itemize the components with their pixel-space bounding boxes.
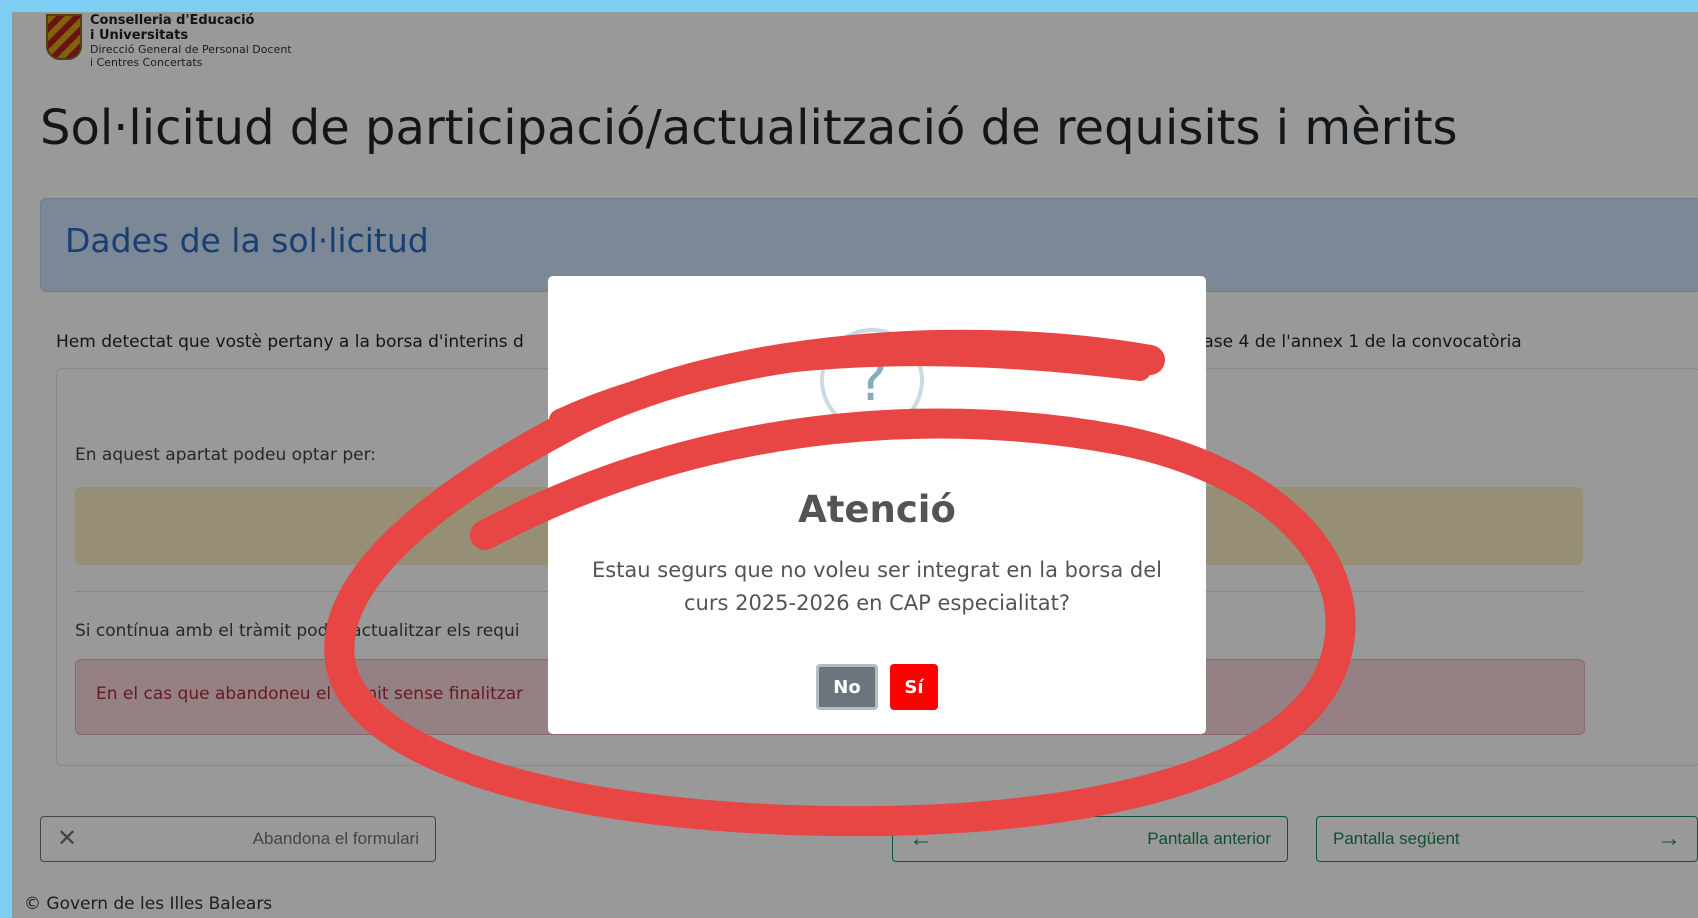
confirmation-dialog: ? Atenció Estau segurs que no voleu ser … <box>548 276 1206 734</box>
question-icon: ? <box>820 328 924 432</box>
cancel-no-button[interactable]: No <box>816 664 878 710</box>
app-window: Conselleria d'Educació i Universitats Di… <box>12 12 1698 918</box>
dialog-message: Estau segurs que no voleu ser integrat e… <box>591 558 1162 615</box>
dialog-title: Atenció <box>798 488 956 531</box>
confirm-yes-button[interactable]: Sí <box>890 664 938 710</box>
dialog-actions: No Sí <box>548 664 1206 710</box>
